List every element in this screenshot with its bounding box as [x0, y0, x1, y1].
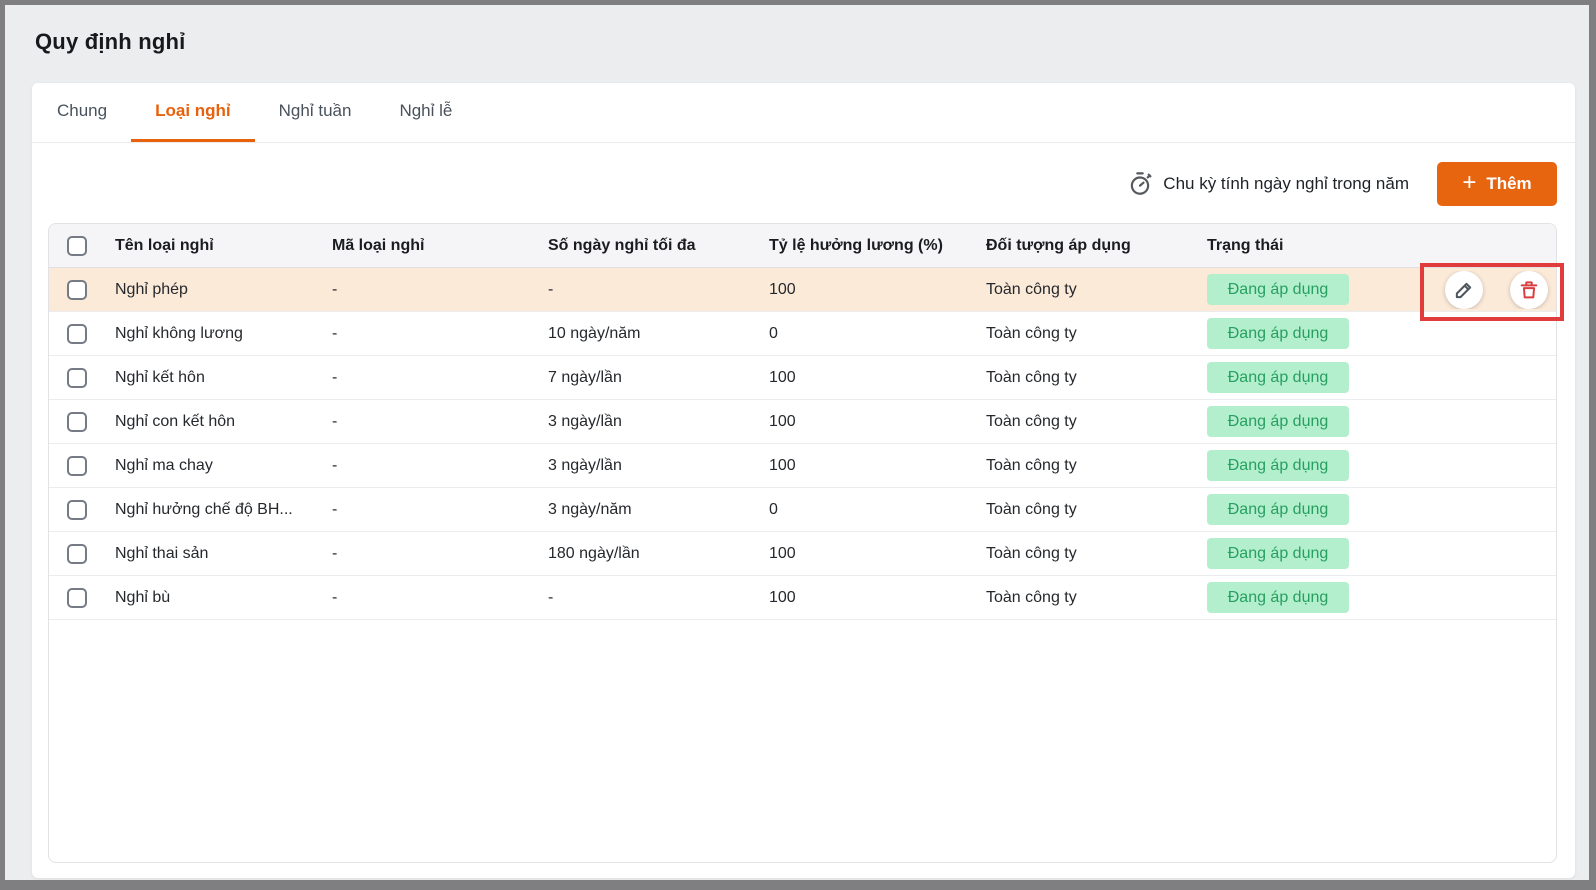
table-row: Nghỉ con kết hôn - 3 ngày/lần 100 Toàn c… [49, 400, 1556, 444]
add-button[interactable]: + Thêm [1437, 162, 1557, 206]
cell-code: - [332, 369, 548, 387]
cell-name: Nghỉ thai sản [115, 545, 332, 563]
cell-max-days: - [548, 281, 769, 299]
cycle-link-label: Chu kỳ tính ngày nghỉ trong năm [1163, 174, 1409, 194]
status-badge: Đang áp dụng [1207, 406, 1349, 437]
cell-max-days: 7 ngày/lần [548, 369, 769, 387]
status-badge: Đang áp dụng [1207, 494, 1349, 525]
status-badge: Đang áp dụng [1207, 274, 1349, 305]
tab-loai-nghi[interactable]: Loại nghỉ [131, 83, 255, 142]
stopwatch-icon [1127, 171, 1153, 197]
cell-name: Nghỉ bù [115, 589, 332, 607]
cell-salary-pct: 100 [769, 545, 986, 563]
cell-salary-pct: 100 [769, 457, 986, 475]
table-row: Nghỉ bù - - 100 Toàn công ty Đang áp dụn… [49, 576, 1556, 620]
cell-name: Nghỉ con kết hôn [115, 413, 332, 431]
cell-name: Nghỉ không lương [115, 325, 332, 343]
cell-apply-to: Toàn công ty [986, 281, 1207, 299]
cell-code: - [332, 413, 548, 431]
cell-code: - [332, 589, 548, 607]
header-apply-to: Đối tượng áp dụng [986, 237, 1207, 255]
cell-max-days: 3 ngày/lần [548, 457, 769, 475]
cell-max-days: 3 ngày/lần [548, 413, 769, 431]
cycle-link[interactable]: Chu kỳ tính ngày nghỉ trong năm [1127, 171, 1409, 197]
header-code: Mã loại nghỉ [332, 237, 548, 255]
screenshot-frame: Quy định nghỉ Chung Loại nghỉ Nghỉ tuần … [0, 0, 1596, 890]
row-checkbox[interactable] [67, 324, 87, 344]
cell-apply-to: Toàn công ty [986, 325, 1207, 343]
edit-button[interactable] [1445, 271, 1483, 309]
table-row: Nghỉ ma chay - 3 ngày/lần 100 Toàn công … [49, 444, 1556, 488]
table-row: Nghỉ hưởng chế độ BH... - 3 ngày/năm 0 T… [49, 488, 1556, 532]
table-body: Nghỉ phép - - 100 Toàn công ty Đang áp d… [49, 268, 1556, 620]
cell-max-days: - [548, 589, 769, 607]
trash-icon [1518, 279, 1540, 301]
content-card: Chung Loại nghỉ Nghỉ tuần Nghỉ lễ Chu kỳ… [32, 83, 1575, 878]
status-badge: Đang áp dụng [1207, 538, 1349, 569]
cell-name: Nghỉ phép [115, 281, 332, 299]
table-row: Nghỉ không lương - 10 ngày/năm 0 Toàn cô… [49, 312, 1556, 356]
cell-code: - [332, 457, 548, 475]
row-checkbox[interactable] [67, 456, 87, 476]
cell-salary-pct: 0 [769, 325, 986, 343]
page-title: Quy định nghỉ [35, 29, 185, 55]
tab-chung[interactable]: Chung [33, 83, 131, 142]
header-name: Tên loại nghỉ [115, 237, 332, 255]
tab-nghi-le[interactable]: Nghỉ lễ [375, 83, 476, 142]
cell-apply-to: Toàn công ty [986, 413, 1207, 431]
cell-apply-to: Toàn công ty [986, 545, 1207, 563]
cell-salary-pct: 100 [769, 369, 986, 387]
status-badge: Đang áp dụng [1207, 318, 1349, 349]
cell-salary-pct: 100 [769, 589, 986, 607]
table-header-row: Tên loại nghỉ Mã loại nghỉ Số ngày nghỉ … [49, 224, 1556, 268]
cell-max-days: 180 ngày/lần [548, 545, 769, 563]
table-row: Nghỉ kết hôn - 7 ngày/lần 100 Toàn công … [49, 356, 1556, 400]
status-badge: Đang áp dụng [1207, 450, 1349, 481]
status-badge: Đang áp dụng [1207, 362, 1349, 393]
header-salary-pct: Tỷ lệ hưởng lương (%) [769, 237, 986, 255]
table-row: Nghỉ phép - - 100 Toàn công ty Đang áp d… [49, 268, 1556, 312]
add-button-label: Thêm [1486, 174, 1531, 194]
table-row: Nghỉ thai sản - 180 ngày/lần 100 Toàn cô… [49, 532, 1556, 576]
row-checkbox[interactable] [67, 544, 87, 564]
row-checkbox[interactable] [67, 368, 87, 388]
tab-nghi-tuan[interactable]: Nghỉ tuần [255, 83, 376, 142]
cell-apply-to: Toàn công ty [986, 589, 1207, 607]
cell-max-days: 3 ngày/năm [548, 501, 769, 519]
row-checkbox[interactable] [67, 412, 87, 432]
cell-salary-pct: 0 [769, 501, 986, 519]
pencil-icon [1453, 279, 1475, 301]
cell-actions [1397, 271, 1556, 309]
leave-types-table: Tên loại nghỉ Mã loại nghỉ Số ngày nghỉ … [48, 223, 1557, 863]
select-all-checkbox[interactable] [67, 236, 87, 256]
cell-salary-pct: 100 [769, 281, 986, 299]
cell-code: - [332, 545, 548, 563]
cell-salary-pct: 100 [769, 413, 986, 431]
cell-name: Nghỉ kết hôn [115, 369, 332, 387]
cell-name: Nghỉ ma chay [115, 457, 332, 475]
row-checkbox[interactable] [67, 500, 87, 520]
toolbar: Chu kỳ tính ngày nghỉ trong năm + Thêm [32, 144, 1557, 224]
header-status: Trạng thái [1207, 237, 1397, 255]
cell-code: - [332, 501, 548, 519]
cell-max-days: 10 ngày/năm [548, 325, 769, 343]
cell-code: - [332, 281, 548, 299]
status-badge: Đang áp dụng [1207, 582, 1349, 613]
cell-apply-to: Toàn công ty [986, 457, 1207, 475]
header-max-days: Số ngày nghỉ tối đa [548, 237, 769, 255]
delete-button[interactable] [1510, 271, 1548, 309]
tab-bar: Chung Loại nghỉ Nghỉ tuần Nghỉ lễ [32, 83, 1575, 143]
row-checkbox[interactable] [67, 588, 87, 608]
cell-name: Nghỉ hưởng chế độ BH... [115, 501, 332, 519]
cell-apply-to: Toàn công ty [986, 369, 1207, 387]
plus-icon: + [1462, 171, 1476, 195]
cell-code: - [332, 325, 548, 343]
row-checkbox[interactable] [67, 280, 87, 300]
cell-apply-to: Toàn công ty [986, 501, 1207, 519]
